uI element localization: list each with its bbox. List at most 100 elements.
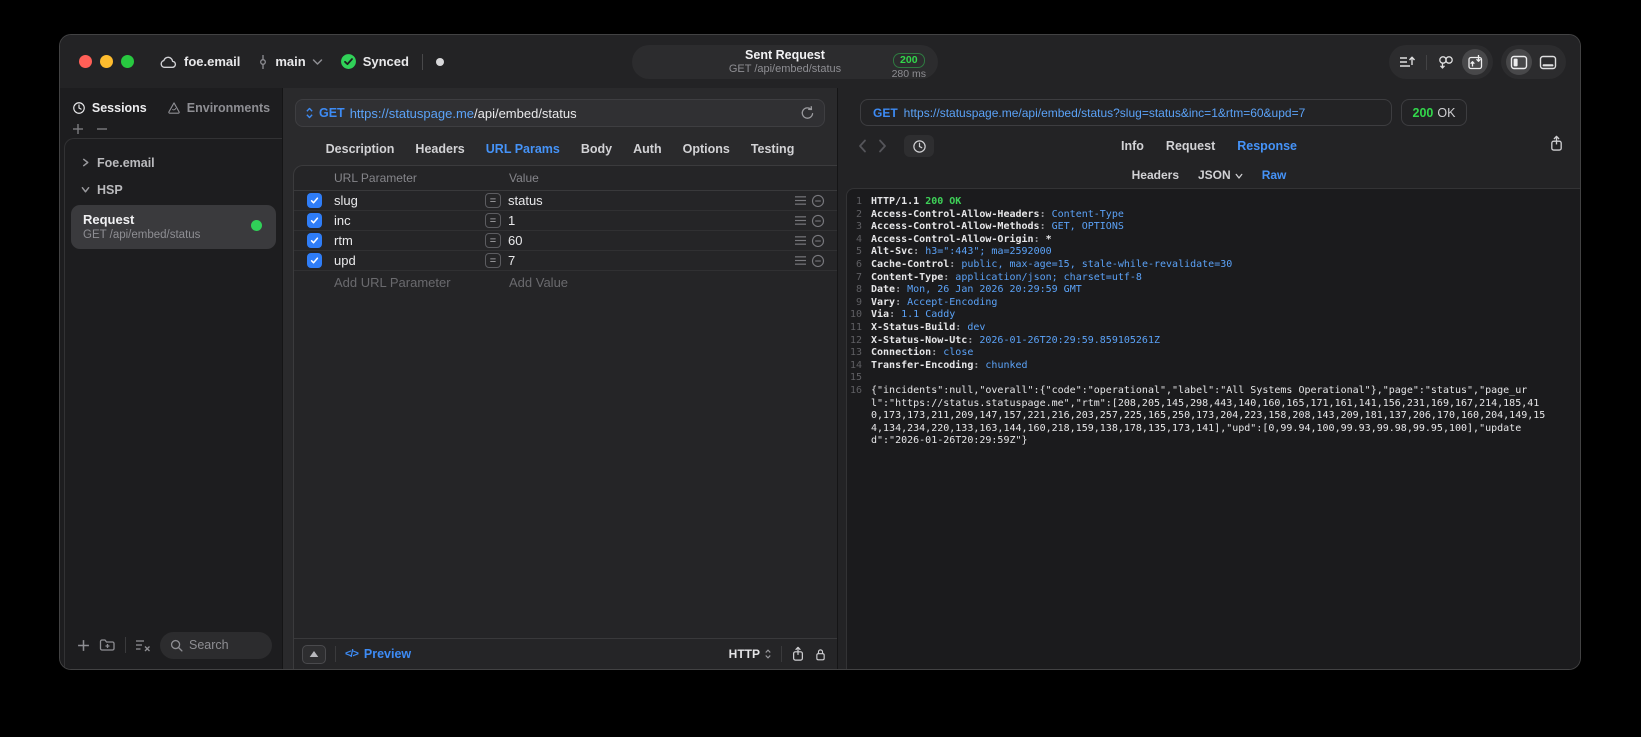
- params-table-header: URL Parameter Value: [294, 166, 837, 191]
- window-arrows-icon: [1467, 54, 1482, 69]
- request-url[interactable]: https://statuspage.me/api/embed/status: [350, 106, 577, 121]
- request-tree: Foe.email HSP: [65, 139, 282, 203]
- request-tab-url-params[interactable]: URL Params: [486, 142, 560, 156]
- param-name-field[interactable]: slug: [323, 193, 485, 208]
- param-remove-button[interactable]: [809, 234, 827, 248]
- url-params-editor: URL Parameter Value slug = status inc = 1 rtm =…: [293, 165, 837, 669]
- param-options-button[interactable]: [791, 255, 809, 266]
- add-value-placeholder[interactable]: Add Value: [485, 275, 791, 290]
- response-header-line: 3 Access-Control-Allow-Methods: GET, OPTI…: [847, 221, 1580, 234]
- param-remove-button[interactable]: [809, 214, 827, 228]
- minimize-window-button[interactable]: [100, 55, 113, 68]
- param-remove-button[interactable]: [809, 194, 827, 208]
- response-subtab-label: JSON: [1198, 167, 1231, 182]
- params-table-rows: slug = status inc = 1 rtm = 60 upd = 7: [294, 191, 837, 271]
- add-request-button[interactable]: [77, 639, 90, 652]
- sent-request-pill[interactable]: Sent Request GET /api/embed/status 200 2…: [632, 45, 938, 80]
- sync-status-button[interactable]: Synced: [340, 53, 409, 70]
- reorder-icon: [794, 196, 806, 205]
- param-value-field[interactable]: 60: [501, 233, 791, 248]
- response-header-line: 11 X-Status-Build: dev: [847, 322, 1580, 335]
- response-subtab-headers[interactable]: Headers: [1132, 168, 1179, 182]
- param-options-button[interactable]: [791, 215, 809, 226]
- add-session-button[interactable]: [72, 123, 84, 135]
- request-tab-options[interactable]: Options: [683, 142, 730, 156]
- remove-session-button[interactable]: [96, 123, 108, 135]
- branch-icon: [257, 54, 269, 70]
- request-tab-body[interactable]: Body: [581, 142, 612, 156]
- param-enabled-checkbox[interactable]: [307, 253, 322, 268]
- param-options-button[interactable]: [791, 195, 809, 206]
- history-button[interactable]: [904, 135, 934, 157]
- param-enabled-checkbox[interactable]: [307, 233, 322, 248]
- toolbar-separator: [781, 646, 782, 662]
- request-method[interactable]: GET: [319, 106, 345, 120]
- response-subtab-raw[interactable]: Raw: [1262, 168, 1287, 182]
- sidebar-tab-sessions[interactable]: Sessions: [72, 101, 147, 115]
- lock-icon: [816, 648, 825, 660]
- request-url-bar[interactable]: GET https://statuspage.me/api/embed/stat…: [295, 99, 825, 127]
- param-value-field[interactable]: 7: [501, 253, 791, 268]
- line-number: 9: [855, 296, 862, 308]
- branch-selector[interactable]: main: [257, 54, 322, 70]
- close-window-button[interactable]: [79, 55, 92, 68]
- sidebar-tab-environments[interactable]: Environments: [167, 101, 270, 115]
- response-header-line: 8 Date: Mon, 26 Jan 2026 20:29:59 GMT: [847, 284, 1580, 297]
- add-parameter-placeholder[interactable]: Add URL Parameter: [323, 275, 485, 290]
- protocol-selector[interactable]: HTTP: [729, 647, 772, 661]
- tree-group-foe-email[interactable]: Foe.email: [73, 149, 274, 176]
- param-value-field[interactable]: 1: [501, 213, 791, 228]
- cloud-icon: [160, 55, 178, 69]
- preview-label: Preview: [363, 647, 412, 661]
- request-item-title: Request: [83, 212, 135, 227]
- response-body[interactable]: 1 HTTP/1.1 200 OK 2 Access-Control-Allow-He…: [846, 188, 1580, 669]
- send-request-button[interactable]: [800, 105, 815, 121]
- import-export-button[interactable]: [1394, 49, 1420, 75]
- param-row-slug: slug = status: [294, 191, 837, 211]
- param-remove-button[interactable]: [809, 254, 827, 268]
- response-url-box[interactable]: GET https://statuspage.me/api/embed/stat…: [860, 99, 1392, 126]
- param-enabled-checkbox[interactable]: [307, 193, 322, 208]
- response-tab-response[interactable]: Response: [1237, 139, 1297, 153]
- request-tab-headers[interactable]: Headers: [415, 142, 464, 156]
- search-input[interactable]: Search: [160, 631, 272, 659]
- request-tab-auth[interactable]: Auth: [633, 142, 661, 156]
- export-response-button[interactable]: [1549, 135, 1564, 152]
- response-method: GET: [873, 105, 898, 120]
- response-tab-request[interactable]: Request: [1166, 139, 1215, 153]
- request-tab-testing[interactable]: Testing: [751, 142, 795, 156]
- method-select-icon[interactable]: [305, 106, 314, 120]
- chevron-right-icon: [81, 158, 90, 167]
- line-number: 2: [855, 208, 862, 220]
- param-name-field[interactable]: rtm: [323, 233, 485, 248]
- tree-group-label: Foe.email: [97, 155, 155, 170]
- zoom-window-button[interactable]: [121, 55, 134, 68]
- project-switcher[interactable]: foe.email: [160, 54, 240, 69]
- toggle-sidebar-button[interactable]: [1506, 49, 1532, 75]
- tree-group-hsp[interactable]: HSP: [73, 176, 274, 203]
- history-forward-button[interactable]: [874, 139, 890, 153]
- add-parameter-row[interactable]: Add URL Parameter Add Value: [294, 271, 837, 293]
- status-code-badge: 200: [893, 53, 925, 68]
- history-back-button[interactable]: [854, 139, 870, 153]
- response-subtab-json[interactable]: JSON: [1198, 168, 1243, 182]
- share-request-button[interactable]: [791, 646, 805, 662]
- expand-panel-button[interactable]: [302, 644, 326, 664]
- project-name: foe.email: [184, 54, 241, 69]
- add-folder-button[interactable]: [99, 638, 116, 652]
- param-name-field[interactable]: inc: [323, 213, 485, 228]
- param-name-field[interactable]: upd: [323, 253, 485, 268]
- param-options-button[interactable]: [791, 235, 809, 246]
- link-download-button[interactable]: [1433, 49, 1459, 75]
- request-tab-description[interactable]: Description: [326, 142, 395, 156]
- response-tab-info[interactable]: Info: [1121, 139, 1144, 153]
- filter-list-button[interactable]: [135, 638, 151, 652]
- toggle-bottom-panel-button[interactable]: [1535, 49, 1561, 75]
- param-enabled-checkbox[interactable]: [307, 213, 322, 228]
- preview-button[interactable]: </> Preview: [345, 647, 411, 661]
- lock-button[interactable]: [814, 647, 827, 662]
- toolbar-group-layout: [1501, 45, 1566, 79]
- send-to-window-button[interactable]: [1462, 49, 1488, 75]
- param-value-field[interactable]: status: [501, 193, 791, 208]
- sidebar-request-item[interactable]: Request GET /api/embed/status: [71, 205, 276, 249]
